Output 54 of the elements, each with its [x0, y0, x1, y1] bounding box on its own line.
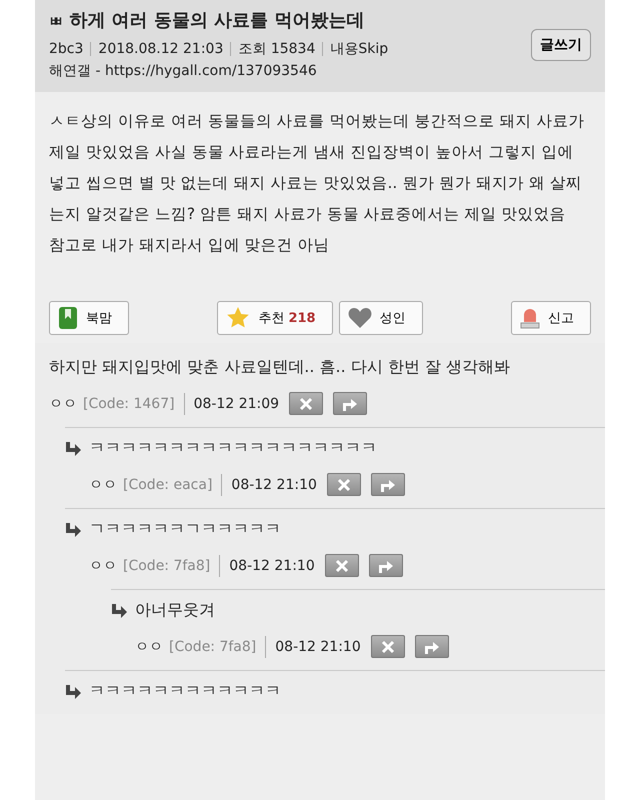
- comment-text: ㄱㅋㅋㅋㅋㅋㄱㅋㅋㅋㅋㅋ: [89, 519, 281, 540]
- reply-arrow-icon: [424, 640, 440, 654]
- reply-arrow-icon: [111, 604, 127, 618]
- comment-time: 08-12 21:10: [231, 476, 317, 492]
- delete-button[interactable]: [326, 473, 361, 496]
- comment-author: ㅇㅇ: [89, 556, 117, 574]
- skip-link[interactable]: 내용Skip: [330, 38, 388, 60]
- reply-button[interactable]: [370, 473, 405, 496]
- close-icon: [299, 396, 314, 410]
- siren-icon: [520, 307, 540, 329]
- post-title: ㅃ 하게 여러 동물의 사료를 먹어봤는데: [49, 9, 366, 32]
- comment-code: [Code: 1467]: [83, 396, 175, 412]
- write-button[interactable]: 글쓰기: [531, 29, 591, 61]
- reply-arrow-icon: [65, 442, 81, 456]
- comment-code: [Code: 7fa8]: [169, 638, 256, 654]
- delete-button[interactable]: [324, 554, 359, 577]
- reply-button[interactable]: [368, 554, 403, 577]
- view-count: 조회 15834: [238, 40, 316, 59]
- reply-arrow-icon: [380, 478, 396, 492]
- recommend-button[interactable]: 추천 218: [217, 301, 333, 335]
- comment-text: ㅋㅋㅋㅋㅋㅋㅋㅋㅋㅋㅋㅋ: [89, 681, 281, 702]
- heart-icon: [348, 307, 372, 329]
- comment-code: [Code: 7fa8]: [123, 558, 210, 574]
- reply-arrow-icon: [65, 684, 81, 698]
- comment-text: 아너무웃겨: [135, 600, 215, 621]
- reply-arrow-icon: [378, 558, 394, 572]
- comment-time: 08-12 21:09: [194, 396, 280, 412]
- report-button[interactable]: 신고: [511, 301, 592, 335]
- comment-code: [Code: eaca]: [123, 476, 212, 492]
- comment-time: 08-12 21:10: [229, 558, 315, 574]
- bookmark-button[interactable]: 북맘: [49, 301, 129, 335]
- star-icon: [226, 306, 250, 330]
- reply-arrow-icon: [342, 396, 358, 410]
- comment-text: 하지만 돼지입맛에 맞춘 사료일텐데.. 흠.. 다시 한번 잘 생각해봐: [49, 357, 510, 378]
- source-link[interactable]: 해연갤 - https://hygall.com/137093546: [49, 60, 531, 82]
- post-text: 참고로 내가 돼지라서 입에 맞은건 아님: [49, 235, 331, 256]
- post-date: 2018.08.12 21:03: [98, 40, 224, 59]
- comment-author: ㅇㅇ: [135, 638, 163, 656]
- comment-author: ㅇㅇ: [49, 394, 77, 412]
- book-icon: [58, 306, 78, 330]
- reply-button[interactable]: [414, 635, 449, 658]
- reply-arrow-icon: [65, 522, 81, 536]
- delete-button[interactable]: [289, 392, 324, 415]
- comment-author: ㅇㅇ: [89, 476, 117, 494]
- post-text: ㅅㅌ상의 이유로 여러 동물들의 사료를 먹어봤는데 붕간적으로 돼지 사료가 제일 맛있었음 사실 동물 사료라는게 냄새 진입장벽이 높아서 그렇지 입에 넣고 씹으면 별 맛 없는데 돼지 사료는 맛있었음.. 뭔가 뭔가 돼지가 왜 살찌는지 알것같은 느낌? 암튼 돼지 사료가 동물 사료중에서는 제일 맛있었음: [49, 111, 586, 225]
- reply-button[interactable]: [333, 392, 368, 415]
- delete-button[interactable]: [370, 635, 405, 658]
- comment-time: 08-12 21:10: [275, 638, 361, 654]
- comment-text: ㅋㅋㅋㅋㅋㅋㅋㅋㅋㅋㅋㅋㅋㅋㅋㅋㅋㅋ: [89, 438, 377, 459]
- close-icon: [334, 558, 349, 572]
- adult-button[interactable]: 성인: [338, 301, 423, 335]
- author-name: 2bc3: [49, 40, 84, 59]
- close-icon: [336, 478, 351, 492]
- close-icon: [380, 640, 395, 654]
